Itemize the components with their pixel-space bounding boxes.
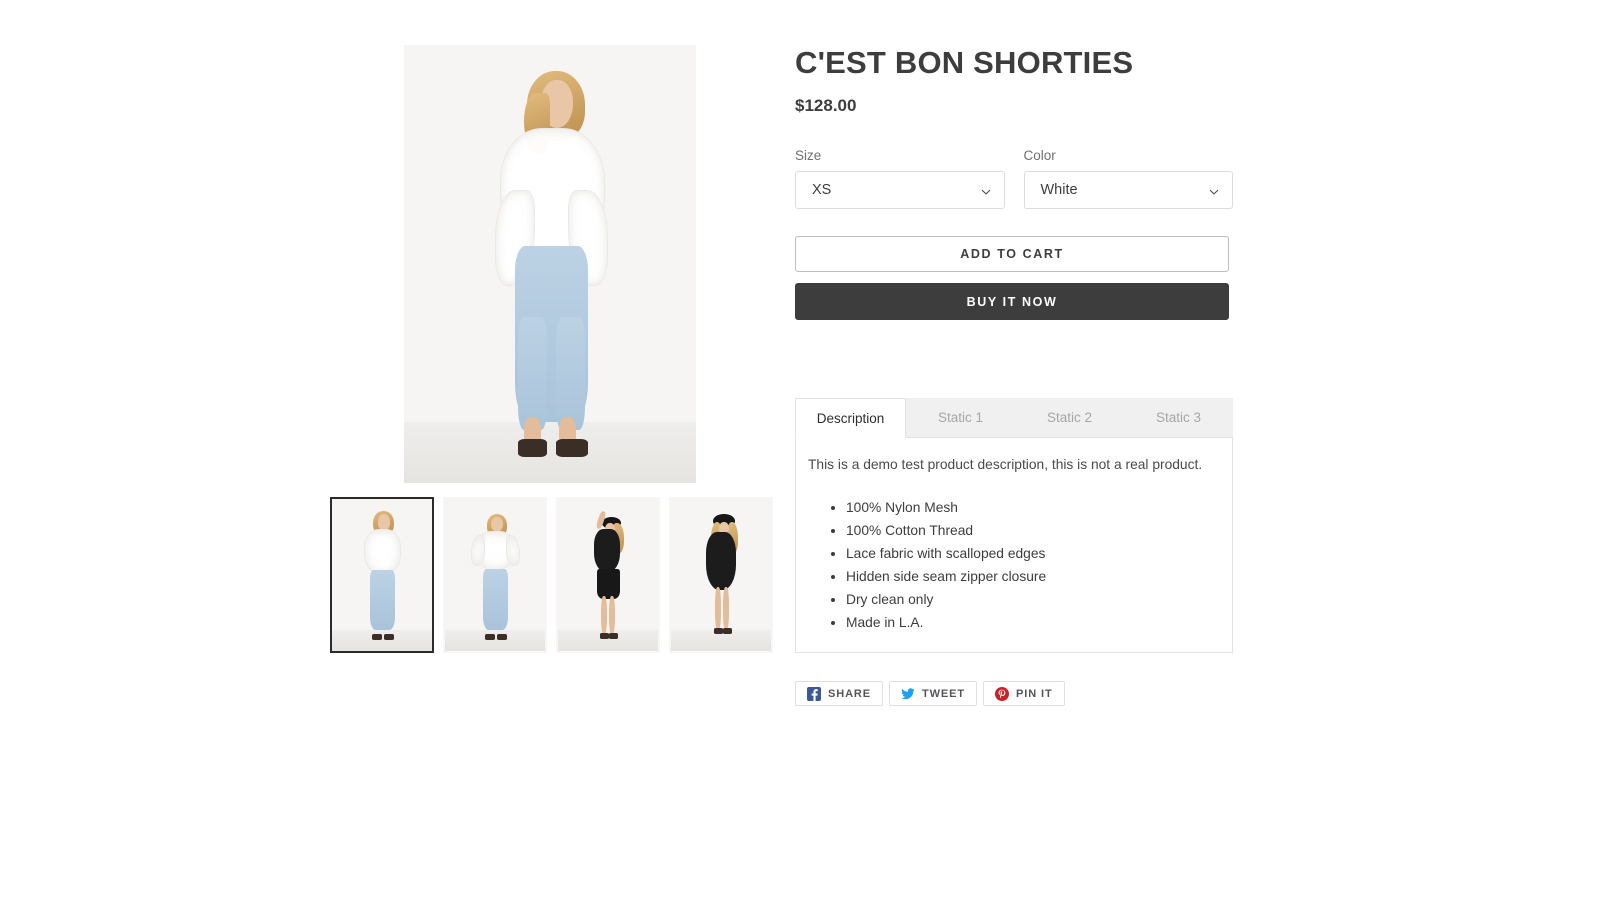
- tab-static-2[interactable]: Static 2: [1015, 398, 1124, 437]
- pinterest-icon: [995, 686, 1010, 701]
- variant-selectors: Size XS Color White: [795, 148, 1233, 209]
- share-facebook-button[interactable]: SHARE: [795, 681, 884, 706]
- list-item: Hidden side seam zipper closure: [846, 565, 1218, 588]
- product-tabs: Description Static 1 Static 2 Static 3 T…: [795, 398, 1233, 653]
- size-label: Size: [795, 148, 822, 163]
- tab-static-1[interactable]: Static 1: [906, 398, 1015, 437]
- twitter-icon: [901, 687, 915, 701]
- tab-panel-description: This is a demo test product description,…: [795, 438, 1233, 653]
- size-select[interactable]: XS: [795, 171, 1005, 209]
- product-page: C'EST BON SHORTIES $128.00 Size XS Color…: [0, 0, 1600, 900]
- tab-strip: Description Static 1 Static 2 Static 3: [795, 398, 1233, 438]
- chevron-down-icon: [981, 185, 991, 195]
- list-item: Dry clean only: [846, 588, 1218, 611]
- share-twitter-label: TWEET: [922, 687, 966, 700]
- thumb-photo-4: [671, 499, 771, 651]
- share-pinterest-button[interactable]: PIN IT: [983, 681, 1065, 706]
- thumbnail-1[interactable]: [330, 497, 434, 653]
- variant-color: Color White: [1023, 148, 1233, 209]
- share-facebook-label: SHARE: [828, 687, 872, 700]
- share-buttons: SHARE TWEET PIN IT: [795, 681, 1233, 706]
- tab-description[interactable]: Description: [795, 398, 906, 438]
- list-item: 100% Nylon Mesh: [846, 496, 1218, 519]
- list-item: Lace fabric with scalloped edges: [846, 542, 1218, 565]
- thumbnail-strip: [330, 497, 773, 653]
- photo-floor: [445, 629, 545, 651]
- product-photo-1: [404, 45, 696, 483]
- thumbnail-2[interactable]: [443, 497, 547, 653]
- add-to-cart-button[interactable]: ADD TO CART: [795, 236, 1229, 272]
- product-info: C'EST BON SHORTIES $128.00 Size XS Color…: [795, 44, 1233, 706]
- product-price: $128.00: [795, 96, 857, 115]
- color-label: Color: [1023, 148, 1056, 163]
- variant-size: Size XS: [795, 148, 1005, 209]
- main-product-image[interactable]: [404, 45, 696, 483]
- photo-floor: [404, 421, 696, 483]
- color-select-value: White: [1040, 182, 1078, 198]
- tab-static-3[interactable]: Static 3: [1124, 398, 1233, 437]
- thumb-photo-1: [332, 499, 432, 651]
- product-gallery: [330, 45, 774, 653]
- list-item: 100% Cotton Thread: [846, 519, 1218, 542]
- size-select-value: XS: [812, 182, 832, 198]
- page-title: C'EST BON SHORTIES: [795, 45, 1134, 80]
- share-pinterest-label: PIN IT: [1016, 687, 1053, 700]
- color-select[interactable]: White: [1023, 171, 1233, 209]
- description-intro: This is a demo test product description,…: [808, 457, 1203, 472]
- description-bullets: 100% Nylon Mesh 100% Cotton Thread Lace …: [808, 496, 1218, 634]
- thumb-photo-3: [558, 499, 658, 651]
- share-twitter-button[interactable]: TWEET: [889, 681, 978, 706]
- thumbnail-4[interactable]: [669, 497, 773, 653]
- chevron-down-icon: [1209, 185, 1219, 195]
- thumb-photo-2: [445, 499, 545, 651]
- photo-floor: [332, 629, 432, 651]
- thumbnail-3[interactable]: [556, 497, 660, 653]
- list-item: Made in L.A.: [846, 611, 1218, 634]
- buy-it-now-button[interactable]: BUY IT NOW: [795, 283, 1229, 320]
- facebook-icon: [807, 686, 821, 701]
